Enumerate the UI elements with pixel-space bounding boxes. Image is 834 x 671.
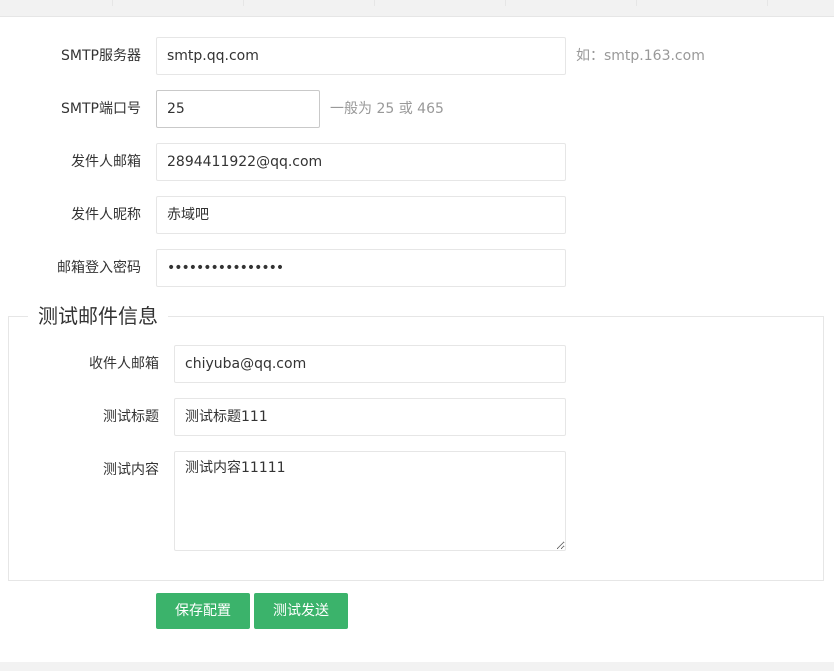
smtp-server-label: SMTP服务器 — [61, 48, 141, 64]
tab-placeholder[interactable] — [113, 0, 244, 6]
email-password-label: 邮箱登入密码 — [57, 260, 141, 276]
smtp-server-input[interactable]: smtp.qq.com — [156, 37, 566, 75]
test-content-textarea[interactable]: 测试内容11111 — [174, 451, 566, 551]
smtp-port-hint: 一般为 25 或 465 — [330, 101, 444, 117]
sender-nickname-label: 发件人昵称 — [71, 207, 141, 223]
form-row-recipient: 收件人邮箱 chiyuba@qq.com — [0, 345, 834, 383]
smtp-port-input[interactable]: 25 — [156, 90, 320, 128]
sender-email-input[interactable]: 2894411922@qq.com — [156, 143, 566, 181]
bottom-bar — [0, 662, 834, 671]
tab-placeholder[interactable] — [0, 0, 113, 6]
form-row-test-subject: 测试标题 测试标题111 — [0, 398, 834, 436]
save-config-button[interactable]: 保存配置 — [156, 593, 250, 629]
form-row-sender-email: 发件人邮箱 2894411922@qq.com — [0, 143, 834, 181]
sender-email-label: 发件人邮箱 — [71, 154, 141, 170]
test-content-label: 测试内容 — [103, 462, 159, 478]
tab-placeholder[interactable] — [244, 0, 375, 6]
top-tab-bar — [0, 0, 834, 17]
form-row-sender-nickname: 发件人昵称 赤域吧 — [0, 196, 834, 234]
recipient-email-input[interactable]: chiyuba@qq.com — [174, 345, 566, 383]
tab-placeholder[interactable] — [375, 0, 506, 6]
tab-placeholder[interactable] — [637, 0, 768, 6]
smtp-port-label: SMTP端口号 — [61, 101, 141, 117]
form-row-smtp-port: SMTP端口号 25 一般为 25 或 465 — [0, 90, 834, 128]
form-row-email-password: 邮箱登入密码 •••••••••••••••• — [0, 249, 834, 287]
tab-placeholder[interactable] — [506, 0, 637, 6]
test-subject-label: 测试标题 — [103, 409, 159, 425]
test-mail-legend: 测试邮件信息 — [28, 302, 168, 330]
smtp-server-hint: 如：smtp.163.com — [576, 48, 705, 64]
send-test-button[interactable]: 测试发送 — [254, 593, 348, 629]
sender-nickname-input[interactable]: 赤域吧 — [156, 196, 566, 234]
recipient-label: 收件人邮箱 — [89, 356, 159, 372]
test-subject-input[interactable]: 测试标题111 — [174, 398, 566, 436]
form-row-smtp-server: SMTP服务器 smtp.qq.com 如：smtp.163.com — [0, 37, 834, 75]
email-password-input[interactable]: •••••••••••••••• — [156, 249, 566, 287]
